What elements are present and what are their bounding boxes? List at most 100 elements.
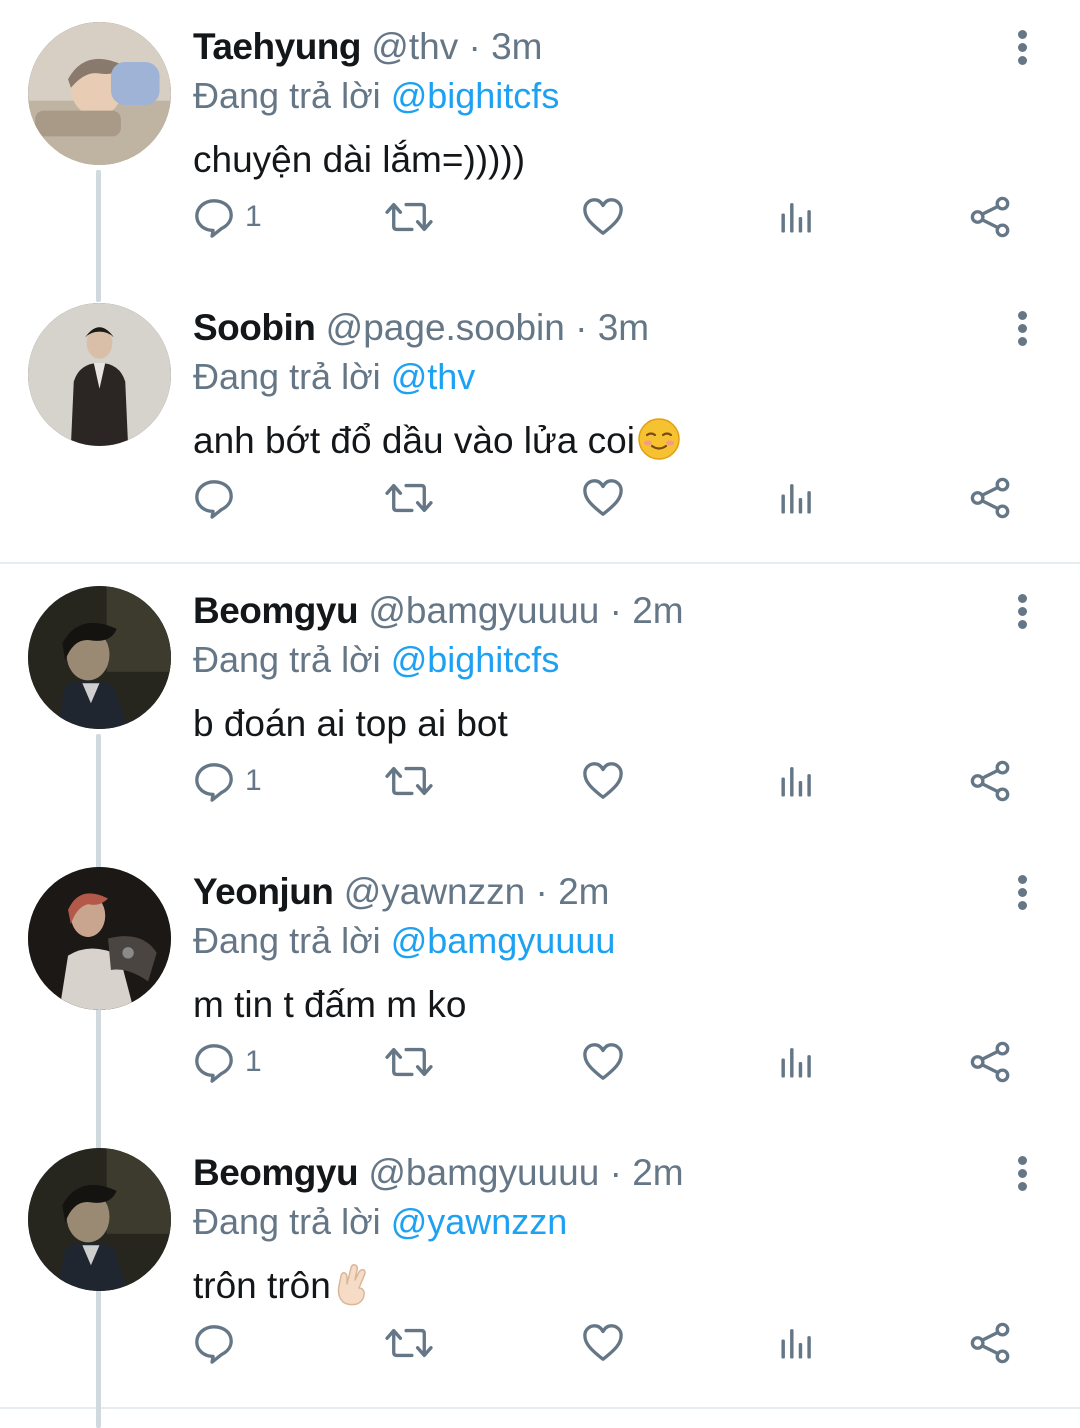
- timestamp[interactable]: 3m: [491, 26, 542, 67]
- timestamp[interactable]: 3m: [598, 307, 649, 348]
- reply-button[interactable]: 1: [193, 192, 262, 242]
- more-dot: [1017, 1182, 1027, 1191]
- analytics-button[interactable]: [778, 192, 816, 242]
- separator-dot: ·: [609, 590, 622, 631]
- share-button[interactable]: [970, 756, 1012, 806]
- more-options-button[interactable]: [1012, 594, 1032, 634]
- display-name[interactable]: Beomgyu: [193, 1152, 359, 1193]
- replying-to-label: Đang trả lời: [193, 920, 381, 961]
- analytics-icon: [778, 1323, 816, 1363]
- tweet-header: Beomgyu @bamgyuuuu · 2m: [193, 588, 684, 634]
- more-dot: [1017, 888, 1027, 897]
- display-name[interactable]: Soobin: [193, 307, 316, 348]
- like-button[interactable]: [582, 1037, 624, 1087]
- display-name[interactable]: Taehyung: [193, 26, 362, 67]
- display-name[interactable]: Yeonjun: [193, 871, 334, 912]
- user-handle[interactable]: @page.soobin: [326, 307, 565, 348]
- thread-group: Taehyung @thv · 3m Đang trả lời @bighitc…: [0, 0, 1080, 564]
- avatar[interactable]: [28, 867, 171, 1010]
- avatar-image: [28, 303, 171, 446]
- smiling-face-emoji-icon: [637, 417, 681, 473]
- avatar[interactable]: [28, 1148, 171, 1291]
- avatar-image: [28, 586, 171, 729]
- user-handle[interactable]: @yawnzzn: [344, 871, 526, 912]
- retweet-button[interactable]: [385, 473, 433, 523]
- replying-to-link[interactable]: @thv: [391, 356, 476, 397]
- reply-button[interactable]: 1: [193, 1037, 262, 1087]
- tweet-text: trôn trôn: [193, 1265, 331, 1306]
- tweet[interactable]: Soobin @page.soobin · 3m Đang trả lời @t…: [0, 281, 1080, 562]
- share-icon: [970, 477, 1012, 519]
- avatar[interactable]: [28, 586, 171, 729]
- replying-to-link[interactable]: @bighitcfs: [391, 639, 560, 680]
- analytics-button[interactable]: [778, 473, 816, 523]
- user-handle[interactable]: @bamgyuuuu: [368, 1152, 599, 1193]
- tweet-header: Soobin @page.soobin · 3m: [193, 305, 649, 351]
- retweet-button[interactable]: [385, 1037, 433, 1087]
- reply-button[interactable]: 1: [193, 756, 262, 806]
- more-options-button[interactable]: [1012, 1156, 1032, 1196]
- tweet-text: anh bớt đổ dầu vào lửa coi: [193, 420, 635, 461]
- replying-to-link[interactable]: @bighitcfs: [391, 75, 560, 116]
- reply-icon: [193, 477, 235, 519]
- more-dot: [1017, 324, 1027, 333]
- more-options-button[interactable]: [1012, 875, 1032, 915]
- retweet-button[interactable]: [385, 756, 433, 806]
- timestamp[interactable]: 2m: [558, 871, 609, 912]
- share-button[interactable]: [970, 1318, 1012, 1368]
- avatar-image: [28, 22, 171, 165]
- timestamp[interactable]: 2m: [632, 1152, 683, 1193]
- avatar-image: [28, 867, 171, 1010]
- user-handle[interactable]: @thv: [371, 26, 458, 67]
- reply-button[interactable]: [193, 1318, 245, 1368]
- retweet-icon: [385, 1322, 433, 1364]
- analytics-button[interactable]: [778, 1037, 816, 1087]
- analytics-button[interactable]: [778, 756, 816, 806]
- share-button[interactable]: [970, 473, 1012, 523]
- tweet-text: b đoán ai top ai bot: [193, 703, 508, 744]
- user-handle[interactable]: @bamgyuuuu: [368, 590, 599, 631]
- tweet[interactable]: Beomgyu @bamgyuuuu · 2m Đang trả lời @bi…: [0, 564, 1080, 845]
- replying-to-label: Đang trả lời: [193, 356, 381, 397]
- share-icon: [970, 196, 1012, 238]
- more-dot: [1017, 56, 1027, 65]
- separator-dot: ·: [535, 871, 548, 912]
- avatar[interactable]: [28, 22, 171, 165]
- share-icon: [970, 1041, 1012, 1083]
- heart-icon: [582, 760, 624, 802]
- like-button[interactable]: [582, 1318, 624, 1368]
- retweet-button[interactable]: [385, 1318, 433, 1368]
- like-button[interactable]: [582, 756, 624, 806]
- like-button[interactable]: [582, 473, 624, 523]
- analytics-button[interactable]: [778, 1318, 816, 1368]
- avatar[interactable]: [28, 303, 171, 446]
- like-button[interactable]: [582, 192, 624, 242]
- reply-button[interactable]: [193, 473, 245, 523]
- replying-to: Đang trả lời @bamgyuuuu: [193, 918, 615, 964]
- more-vertical-icon: [1017, 311, 1027, 320]
- heart-icon: [582, 477, 624, 519]
- more-options-button[interactable]: [1012, 30, 1032, 70]
- tweet[interactable]: Taehyung @thv · 3m Đang trả lời @bighitc…: [0, 0, 1080, 281]
- replying-to-link[interactable]: @yawnzzn: [391, 1201, 568, 1242]
- replying-to: Đang trả lời @thv: [193, 354, 475, 400]
- retweet-icon: [385, 196, 433, 238]
- heart-icon: [582, 1322, 624, 1364]
- analytics-icon: [778, 1042, 816, 1082]
- tweet-actions: 1: [193, 192, 1023, 242]
- share-button[interactable]: [970, 1037, 1012, 1087]
- tweet[interactable]: Beomgyu @bamgyuuuu · 2m Đang trả lời @ya…: [0, 1126, 1080, 1407]
- tweet-text: chuyện dài lắm=))))): [193, 139, 526, 180]
- replying-to: Đang trả lời @bighitcfs: [193, 73, 559, 119]
- share-button[interactable]: [970, 192, 1012, 242]
- heart-icon: [582, 1041, 624, 1083]
- more-vertical-icon: [1017, 30, 1027, 39]
- display-name[interactable]: Beomgyu: [193, 590, 359, 631]
- tweet[interactable]: Yeonjun @yawnzzn · 2m Đang trả lời @bamg…: [0, 845, 1080, 1126]
- retweet-button[interactable]: [385, 192, 433, 242]
- timestamp[interactable]: 2m: [632, 590, 683, 631]
- replying-to-link[interactable]: @bamgyuuuu: [391, 920, 616, 961]
- more-options-button[interactable]: [1012, 311, 1032, 351]
- retweet-icon: [385, 1041, 433, 1083]
- heart-icon: [582, 196, 624, 238]
